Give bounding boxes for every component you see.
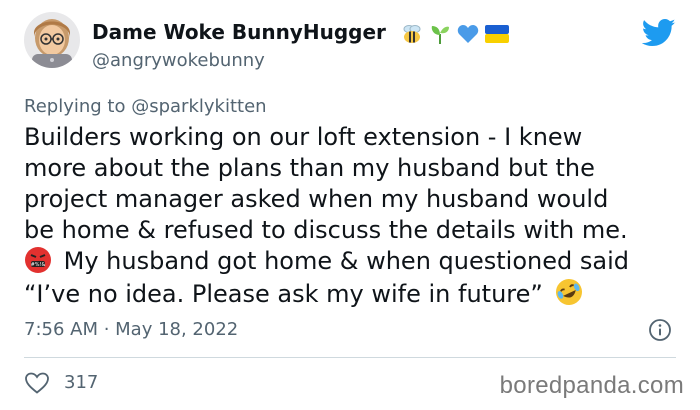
- tweet-text-line: “I’ve no idea. Please ask my wife in fut…: [24, 280, 543, 308]
- tweet-text-line-6: “I’ve no idea. Please ask my wife in fut…: [24, 277, 684, 310]
- handle[interactable]: @angrywokebunny: [92, 50, 265, 71]
- twitter-bird-icon[interactable]: [642, 18, 676, 48]
- tweet-text-line: project manager asked when my husband wo…: [24, 185, 609, 213]
- tweet-text: Builders working on our loft extension -…: [24, 122, 684, 310]
- avatar[interactable]: [24, 12, 80, 68]
- source-watermark: boredpanda.com: [499, 372, 684, 399]
- like-count: 317: [64, 372, 99, 393]
- divider: [24, 357, 676, 358]
- display-name[interactable]: Dame Woke BunnyHugger: [92, 20, 509, 45]
- replying-to-prefix: Replying to: [24, 96, 126, 117]
- replying-to: Replying to @sparklykitten: [24, 96, 267, 117]
- seedling-icon: [431, 25, 449, 44]
- blue-heart-icon: [457, 24, 479, 43]
- name-emoji-group: [401, 23, 509, 45]
- angry-face-icon: #%!&: [25, 247, 51, 273]
- ukraine-flag-icon: [484, 24, 509, 43]
- heart-icon[interactable]: [24, 371, 50, 395]
- rolling-laughing-icon: [556, 279, 583, 305]
- tweet-text-line: My husband got home & when questioned sa…: [63, 247, 629, 275]
- tweet-text-line-5: #%!& My husband got home & when question…: [24, 246, 684, 277]
- reply-mention-link[interactable]: @sparklykitten: [131, 96, 266, 117]
- tweet-text-line: be home & refused to discuss the details…: [24, 216, 628, 244]
- tweet-timestamp[interactable]: 7:56 AM · May 18, 2022: [24, 319, 238, 340]
- tweet-card: Dame Woke BunnyHugger @angrywokebunny Re…: [0, 0, 700, 410]
- bee-icon: [403, 24, 421, 43]
- tweet-text-line: Builders working on our loft extension -…: [24, 123, 583, 151]
- info-icon[interactable]: [648, 318, 672, 342]
- display-name-text: Dame Woke BunnyHugger: [92, 20, 386, 44]
- svg-text:#%!&: #%!&: [31, 262, 46, 268]
- tweet-text-line: more about the plans than my husband but…: [24, 154, 595, 182]
